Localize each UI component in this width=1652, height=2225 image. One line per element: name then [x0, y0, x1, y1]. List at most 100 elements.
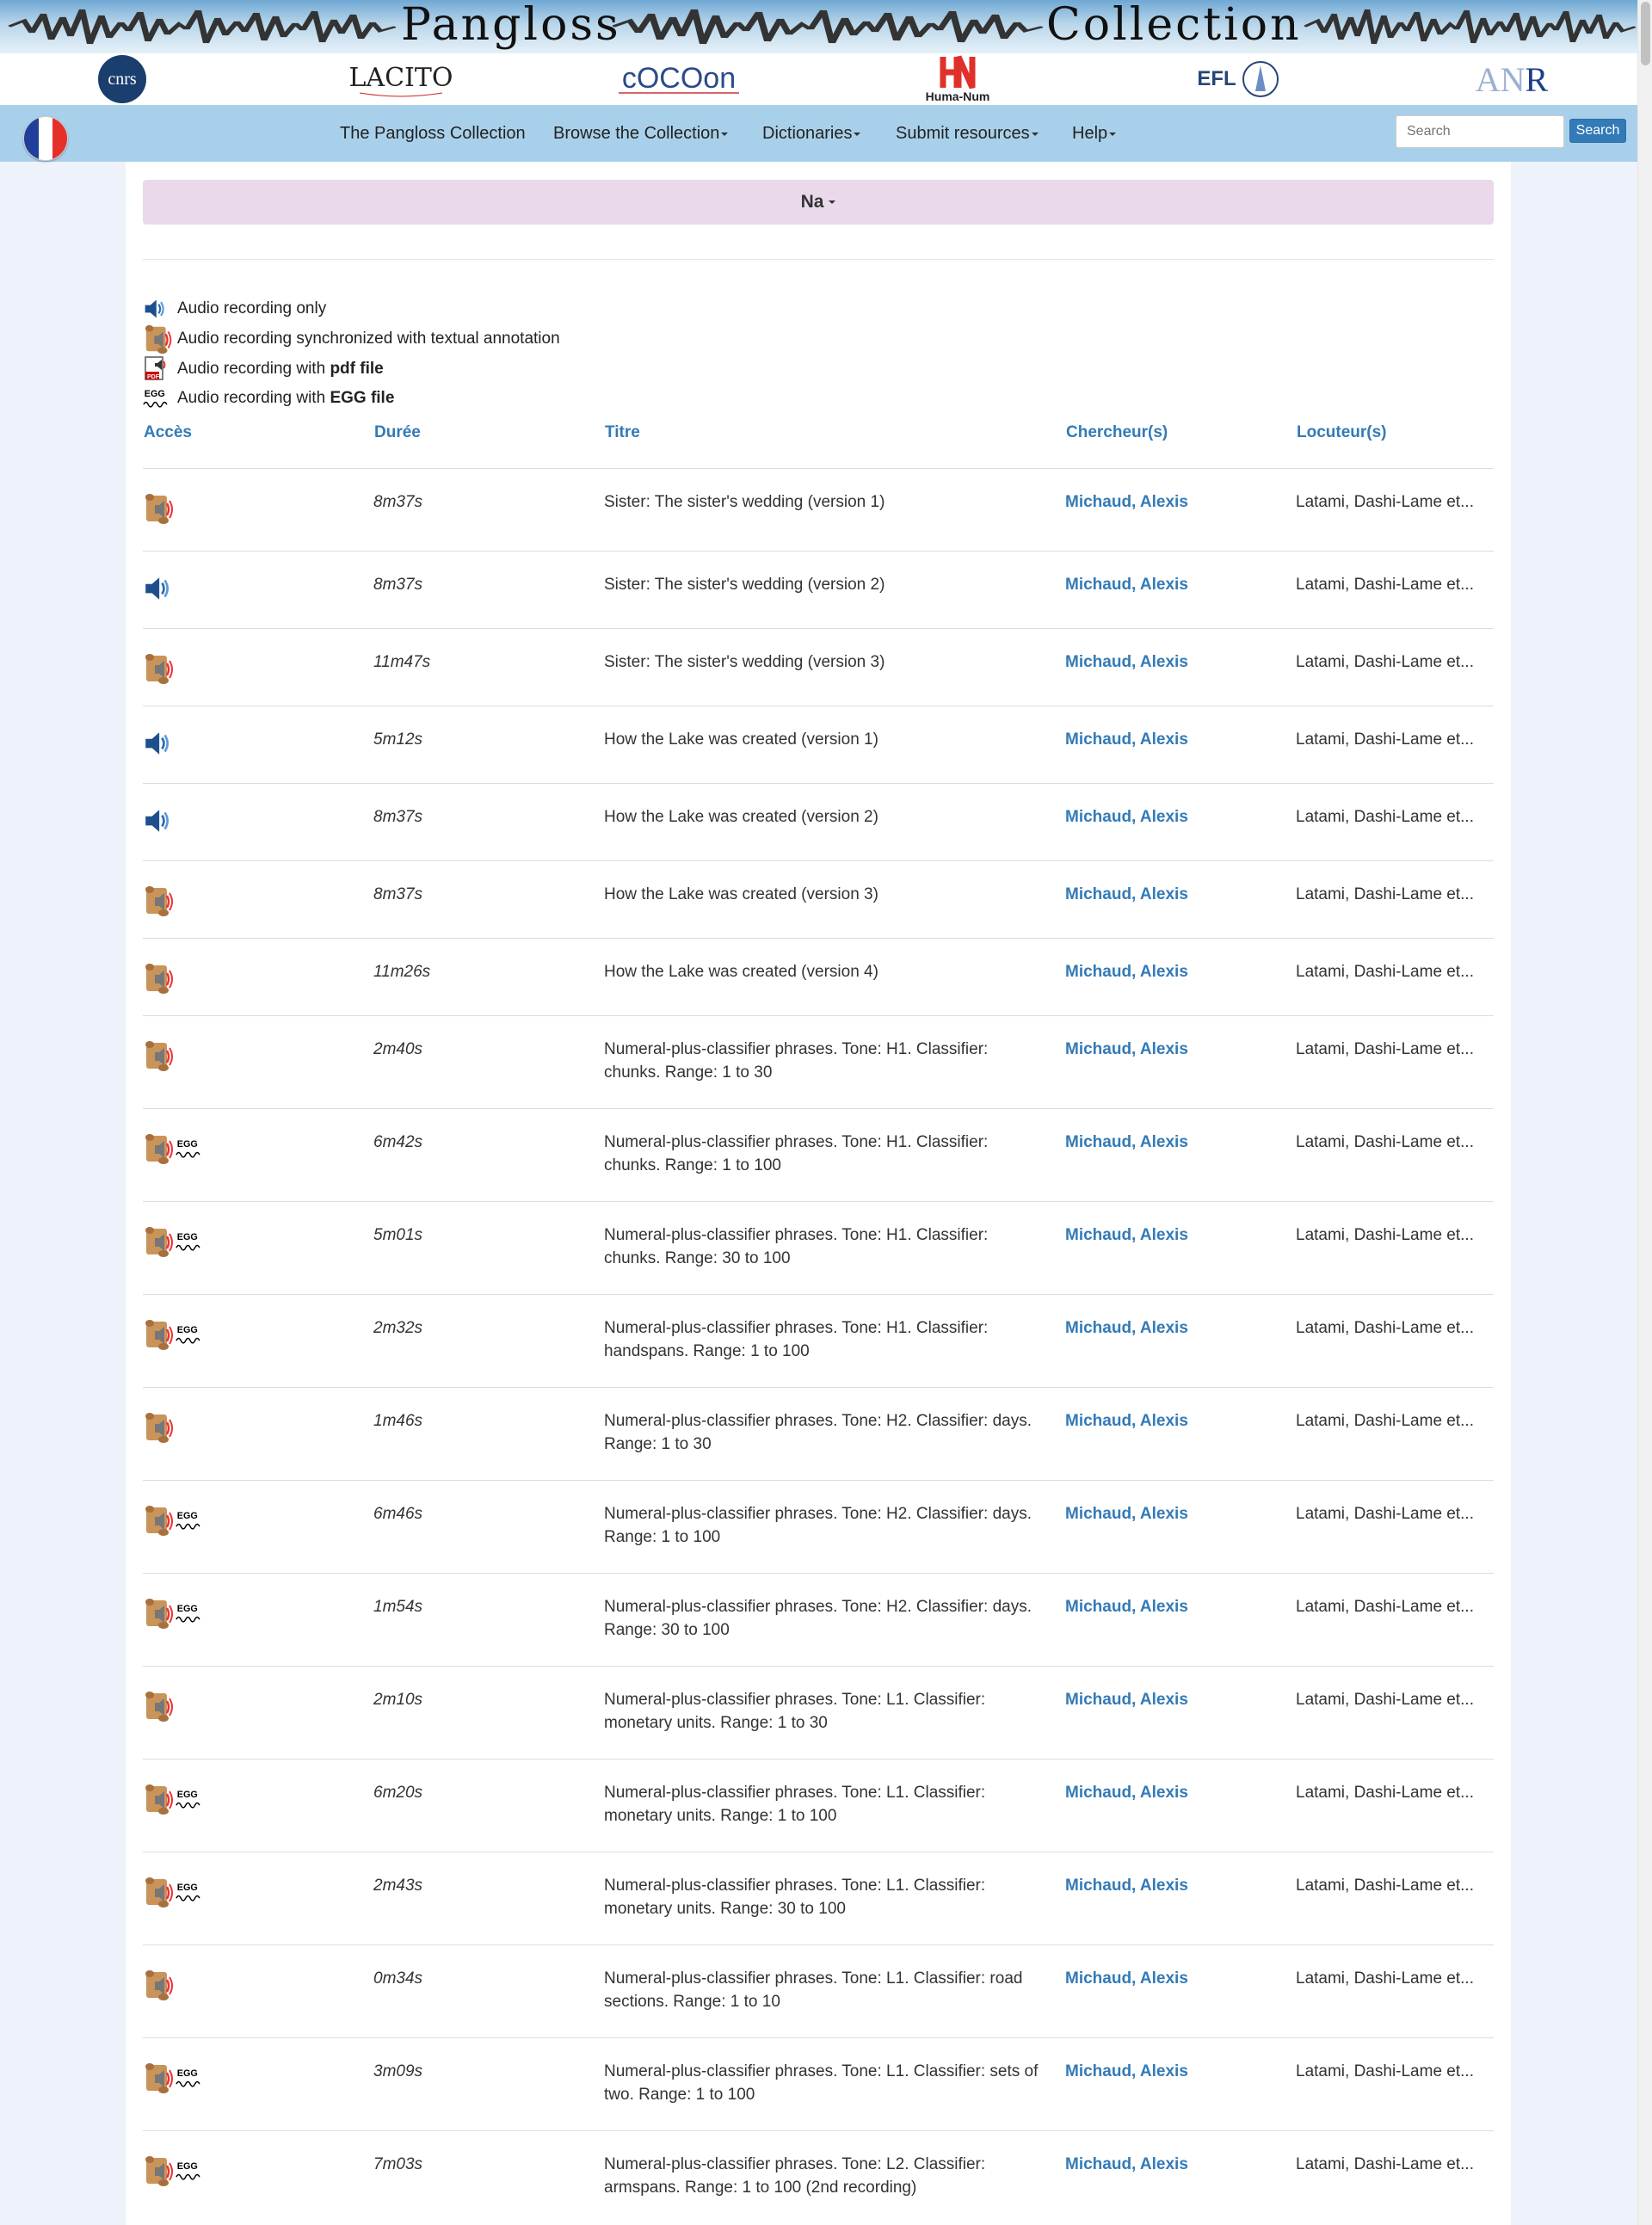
access-cell[interactable] [143, 729, 172, 758]
nav-pangloss-collection[interactable]: The Pangloss Collection [340, 124, 526, 144]
annotated-scroll-icon[interactable] [143, 651, 177, 686]
duration-cell: 6m42s [373, 1133, 423, 1151]
researcher-link[interactable]: Michaud, Alexis [1065, 1595, 1188, 1618]
anr-logo[interactable]: AN R [1473, 53, 1550, 105]
access-cell[interactable] [143, 806, 172, 835]
researcher-link[interactable]: Michaud, Alexis [1065, 1781, 1188, 1804]
egg-icon[interactable] [176, 2066, 206, 2090]
annotated-scroll-icon[interactable] [143, 1224, 177, 1259]
nav-browse-collection[interactable]: Browse the Collection [553, 124, 729, 144]
egg-icon[interactable] [176, 1322, 206, 1347]
researcher-link[interactable]: Michaud, Alexis [1065, 1131, 1188, 1154]
cocoon-logo[interactable]: cOCOon [614, 53, 743, 105]
access-cell[interactable] [143, 491, 177, 526]
french-flag-icon[interactable] [23, 116, 68, 161]
speaker-icon[interactable] [143, 574, 172, 603]
access-cell[interactable] [143, 1039, 177, 1073]
annotated-scroll-icon[interactable] [143, 1596, 177, 1630]
column-header-access[interactable]: Accès [144, 423, 192, 442]
annotated-scroll-icon[interactable] [143, 1968, 177, 2002]
annotated-scroll-icon[interactable] [143, 1503, 177, 1538]
cnrs-logo[interactable]: cnrs [95, 53, 150, 105]
nav-help[interactable]: Help [1072, 124, 1117, 144]
researcher-link[interactable]: Michaud, Alexis [1065, 1316, 1188, 1340]
column-header-duration[interactable]: Durée [374, 423, 421, 442]
researcher-link[interactable]: Michaud, Alexis [1065, 1223, 1188, 1247]
access-cell[interactable] [143, 1503, 206, 1538]
access-cell[interactable] [143, 961, 177, 995]
annotated-scroll-icon[interactable] [143, 2061, 177, 2095]
access-cell[interactable] [143, 1410, 177, 1445]
annotated-scroll-icon[interactable] [143, 1131, 177, 1166]
annotated-scroll-icon[interactable] [143, 1317, 177, 1352]
annotated-scroll-icon[interactable] [143, 1782, 177, 1816]
language-dropdown[interactable]: Na [143, 180, 1494, 225]
legend-label: Audio recording with [177, 360, 326, 378]
access-cell[interactable] [143, 2061, 206, 2095]
researcher-link[interactable]: Michaud, Alexis [1065, 1874, 1188, 1897]
access-cell[interactable] [143, 1689, 177, 1723]
scrollbar-thumb[interactable] [1641, 2, 1650, 65]
speaker-icon[interactable] [143, 806, 172, 835]
researcher-link[interactable]: Michaud, Alexis [1065, 2060, 1188, 2083]
researcher-link[interactable]: Michaud, Alexis [1065, 490, 1188, 514]
annotated-scroll-icon[interactable] [143, 1410, 177, 1445]
egg-icon[interactable] [176, 1508, 206, 1532]
annotated-scroll-icon[interactable] [143, 1039, 177, 1073]
access-cell[interactable] [143, 574, 172, 603]
access-cell[interactable] [143, 1596, 206, 1630]
huma-num-logo[interactable]: Huma-Num [919, 53, 996, 105]
researcher-link[interactable]: Michaud, Alexis [1065, 1967, 1188, 1990]
egg-icon[interactable] [176, 1601, 206, 1625]
egg-icon[interactable] [176, 1787, 206, 1811]
access-cell[interactable] [143, 651, 177, 686]
egg-icon[interactable] [176, 1230, 206, 1254]
researcher-link[interactable]: Michaud, Alexis [1065, 883, 1188, 906]
duration-cell: 5m12s [373, 730, 423, 749]
search-button[interactable]: Search [1569, 119, 1626, 143]
egg-icon [143, 386, 174, 410]
researcher-link[interactable]: Michaud, Alexis [1065, 1688, 1188, 1711]
access-cell[interactable] [143, 1131, 206, 1166]
access-cell[interactable] [143, 1224, 206, 1259]
egg-icon[interactable] [176, 1880, 206, 1904]
scrollbar[interactable] [1637, 0, 1652, 2225]
annotated-scroll-icon[interactable] [143, 491, 177, 526]
speaker-icon[interactable] [143, 729, 172, 758]
annotated-scroll-icon[interactable] [143, 2154, 177, 2188]
researcher-link[interactable]: Michaud, Alexis [1065, 1409, 1188, 1433]
column-header-title[interactable]: Titre [605, 423, 640, 442]
speakers-cell: Latami, Dashi-Lame et... [1296, 493, 1474, 511]
researcher-link[interactable]: Michaud, Alexis [1065, 2153, 1188, 2176]
researcher-link[interactable]: Michaud, Alexis [1065, 960, 1188, 983]
annotated-scroll-icon[interactable] [143, 961, 177, 995]
access-cell[interactable] [143, 1875, 206, 1909]
access-cell[interactable] [143, 1782, 206, 1816]
efl-logo[interactable]: EFL [1187, 53, 1291, 105]
egg-icon[interactable] [176, 1137, 206, 1161]
caret-down-icon [1031, 132, 1039, 136]
title-cell: Numeral-plus-classifier phrases. Tone: H… [604, 1598, 1032, 1639]
annotated-scroll-icon[interactable] [143, 1875, 177, 1909]
annotated-scroll-icon[interactable] [143, 1689, 177, 1723]
access-cell[interactable] [143, 884, 177, 918]
researcher-link[interactable]: Michaud, Alexis [1065, 728, 1188, 751]
nav-dictionaries[interactable]: Dictionaries [762, 124, 861, 144]
table-row: 8m37s Sister: The sister's wedding (versi… [143, 468, 1494, 551]
table-row: 2m43s Numeral-plus-classifier phrases. To… [143, 1852, 1494, 1945]
annotated-scroll-icon[interactable] [143, 884, 177, 918]
lacito-logo[interactable]: LACITO [341, 53, 461, 105]
access-cell[interactable] [143, 1317, 206, 1352]
access-cell[interactable] [143, 2154, 206, 2188]
researcher-link[interactable]: Michaud, Alexis [1065, 1502, 1188, 1525]
egg-icon[interactable] [176, 2159, 206, 2183]
access-cell[interactable] [143, 1968, 177, 2002]
researcher-link[interactable]: Michaud, Alexis [1065, 650, 1188, 674]
researcher-link[interactable]: Michaud, Alexis [1065, 573, 1188, 596]
column-header-speakers[interactable]: Locuteur(s) [1297, 423, 1387, 442]
researcher-link[interactable]: Michaud, Alexis [1065, 805, 1188, 829]
search-input[interactable] [1396, 115, 1564, 148]
researcher-link[interactable]: Michaud, Alexis [1065, 1038, 1188, 1061]
column-header-researchers[interactable]: Chercheur(s) [1066, 423, 1168, 442]
nav-submit-resources[interactable]: Submit resources [896, 124, 1039, 144]
